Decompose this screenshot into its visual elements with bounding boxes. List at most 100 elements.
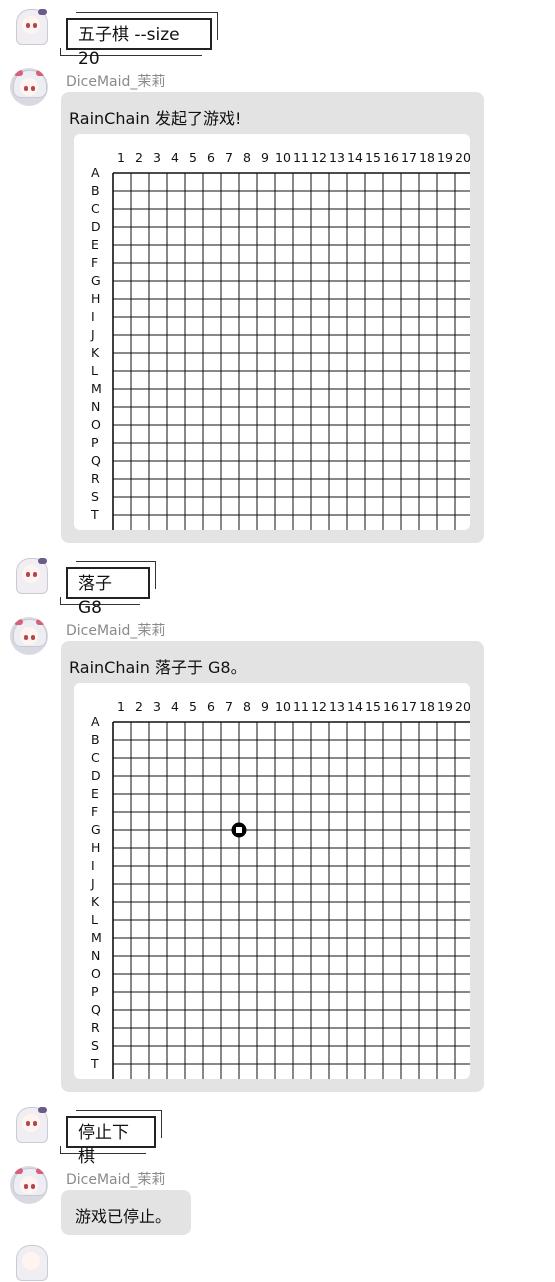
bot-message-bubble: RainChain 发起了游戏! 1 2 3 4 5 6 7 8 9 10 11 12 13 14 15 16…: [61, 92, 484, 543]
column-label: 9: [261, 699, 269, 714]
user-avatar[interactable]: [12, 8, 50, 46]
row-label: Q: [91, 1002, 101, 1017]
user-command-text: 五子棋 --size 20: [78, 25, 180, 69]
bot-message-text: 游戏已停止。: [75, 1207, 172, 1226]
column-label: 19: [437, 699, 453, 714]
bot-message-text: RainChain 落子于 G8。: [69, 658, 247, 677]
row-label: R: [91, 1020, 100, 1035]
row-label: A: [91, 165, 100, 180]
column-label: 5: [189, 150, 197, 165]
column-label: 17: [401, 150, 417, 165]
row-label: L: [91, 363, 98, 378]
column-label: 18: [419, 699, 435, 714]
row-label: M: [91, 381, 102, 396]
user-command-text: 停止下棋: [78, 1123, 129, 1167]
row-label: P: [91, 984, 99, 999]
column-label: 9: [261, 150, 269, 165]
row-label: M: [91, 930, 102, 945]
column-label: 10: [275, 699, 291, 714]
bot-avatar[interactable]: [10, 68, 48, 106]
column-label: 16: [383, 150, 399, 165]
column-label: 13: [329, 150, 345, 165]
row-label: G: [91, 822, 101, 837]
column-label: 12: [311, 699, 327, 714]
column-label: 13: [329, 699, 345, 714]
row-label: H: [91, 291, 100, 306]
user-avatar[interactable]: [12, 557, 50, 595]
column-label: 3: [153, 150, 161, 165]
column-label: 7: [225, 699, 233, 714]
column-label: 7: [225, 150, 233, 165]
column-label: 11: [293, 150, 309, 165]
row-label: C: [91, 201, 100, 216]
column-label: 8: [243, 699, 251, 714]
user-avatar[interactable]: [12, 1106, 50, 1144]
row-label: B: [91, 732, 100, 747]
row-label: F: [91, 255, 98, 270]
column-label: 15: [365, 150, 381, 165]
sender-name: DiceMaid_茉莉: [66, 74, 166, 90]
gomoku-board-card: 1 2 3 4 5 6 7 8 9 10 11 12 13 14 15 16 17 18 19 20 A B C D E F G H I…: [74, 134, 470, 530]
row-label: R: [91, 471, 100, 486]
column-label: 3: [153, 699, 161, 714]
gomoku-board: 1 2 3 4 5 6 7 8 9 10 11 12 13 14 15 16 17 18 19 20ABCDEFGHI…: [90, 150, 470, 530]
column-label: 2: [135, 150, 143, 165]
column-label: 14: [347, 699, 363, 714]
column-label: 18: [419, 150, 435, 165]
column-label: 1: [117, 699, 125, 714]
row-label: I: [91, 858, 95, 873]
user-command-text: 落子 G8: [78, 574, 112, 618]
row-label: T: [90, 507, 99, 522]
row-label: B: [91, 183, 100, 198]
user-command-bubble: 落子 G8: [60, 561, 156, 618]
column-label: 16: [383, 699, 399, 714]
row-label: L: [91, 912, 98, 927]
last-move-marker: [236, 827, 242, 833]
column-label: 12: [311, 150, 327, 165]
user-command-bubble: 停止下棋: [60, 1110, 162, 1167]
row-label: T: [90, 1056, 99, 1071]
row-label: D: [91, 768, 101, 783]
column-label: 19: [437, 150, 453, 165]
bot-message-bubble: RainChain 落子于 G8。 1 2 3 4 5 6 7 8 9 10 11 12 13 14 15 1…: [61, 641, 484, 1092]
column-label: 2: [135, 699, 143, 714]
row-label: A: [91, 714, 100, 729]
row-label: H: [91, 840, 100, 855]
column-label: 10: [275, 150, 291, 165]
column-label: 5: [189, 699, 197, 714]
row-label: E: [91, 786, 99, 801]
bot-message-bubble: 游戏已停止。: [61, 1190, 191, 1235]
row-label: K: [91, 345, 100, 360]
bot-avatar[interactable]: [10, 1166, 48, 1204]
gomoku-board-card: 1 2 3 4 5 6 7 8 9 10 11 12 13 14 15 16 17 18 19 20 A B C D E F G H I…: [74, 683, 470, 1079]
column-label: 20: [455, 150, 470, 165]
bot-message-text: RainChain 发起了游戏!: [69, 109, 242, 128]
column-label: 1: [117, 150, 125, 165]
row-label: C: [91, 750, 100, 765]
row-label: Q: [91, 453, 101, 468]
row-label: O: [91, 966, 101, 981]
column-label: 11: [293, 699, 309, 714]
sender-name: DiceMaid_茉莉: [66, 1172, 166, 1188]
column-label: 6: [207, 699, 215, 714]
row-label: O: [91, 417, 101, 432]
row-label: K: [91, 894, 100, 909]
row-label: G: [91, 273, 101, 288]
row-label: N: [91, 399, 100, 414]
row-label: F: [91, 804, 98, 819]
column-label: 20: [455, 699, 470, 714]
gomoku-board: 1 2 3 4 5 6 7 8 9 10 11 12 13 14 15 16 17 18 19 20ABCDEFGHI…: [90, 699, 470, 1079]
row-label: J: [90, 327, 95, 342]
column-label: 14: [347, 150, 363, 165]
column-label: 15: [365, 699, 381, 714]
bot-avatar[interactable]: [10, 617, 48, 655]
row-label: N: [91, 948, 100, 963]
column-label: 8: [243, 150, 251, 165]
row-label: S: [91, 1038, 99, 1053]
column-label: 4: [171, 699, 179, 714]
user-command-bubble: 五子棋 --size 20: [60, 12, 218, 69]
row-label: P: [91, 435, 99, 450]
column-label: 17: [401, 699, 417, 714]
column-label: 4: [171, 150, 179, 165]
row-label: E: [91, 237, 99, 252]
